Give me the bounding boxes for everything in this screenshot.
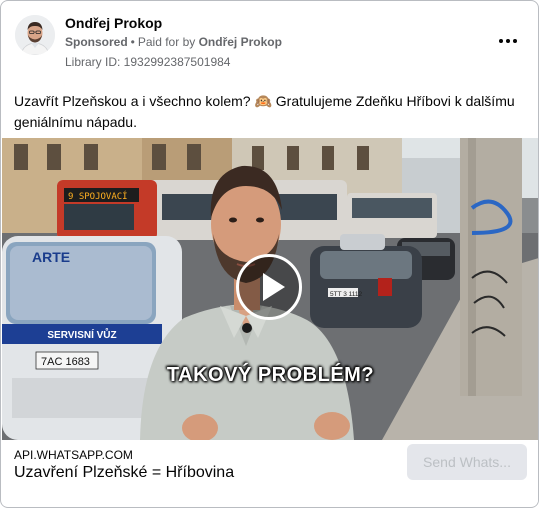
link-preview[interactable]: API.WHATSAPP.COM Uzavření Plzeňské = Hří… bbox=[2, 440, 538, 506]
paid-for-name[interactable]: Ondřej Prokop bbox=[199, 35, 282, 49]
sponsored-post-card: Ondřej Prokop Sponsored • Paid for by Ondř… bbox=[0, 0, 539, 508]
link-domain: API.WHATSAPP.COM bbox=[14, 448, 133, 462]
sponsored-label[interactable]: Sponsored bbox=[65, 35, 128, 49]
video-caption: TAKOVÝ PROBLÉM? bbox=[166, 364, 375, 386]
play-button[interactable] bbox=[236, 254, 302, 320]
more-dot bbox=[506, 39, 510, 43]
sponsored-meta: Sponsored • Paid for by Ondřej Prokop bbox=[65, 35, 282, 49]
play-icon bbox=[263, 273, 285, 301]
van-service-text: SERVISNÍ VŮZ bbox=[47, 327, 116, 341]
more-options-button[interactable] bbox=[494, 29, 522, 53]
more-horizontal-icon bbox=[499, 39, 503, 43]
profile-photo bbox=[15, 15, 55, 55]
video-player[interactable]: 9 SPOJOVACÍ 5TT 3 1112 ARTE SERVISNÍ VŮZ… bbox=[2, 138, 538, 440]
paid-for-prefix: Paid for by bbox=[137, 35, 196, 49]
meta-separator: • bbox=[130, 35, 135, 49]
tram-sign: 9 SPOJOVACÍ bbox=[68, 190, 128, 202]
van-brand: ARTE bbox=[32, 249, 70, 265]
send-whatsapp-button[interactable]: Send Whats... bbox=[407, 444, 527, 480]
avatar[interactable] bbox=[15, 15, 55, 55]
post-text: Uzavřít Plzeňskou a i všechno kolem? 🙉 G… bbox=[14, 93, 515, 130]
page-name[interactable]: Ondřej Prokop bbox=[65, 15, 162, 31]
link-title[interactable]: Uzavření Plzeňské = Hříbovina bbox=[14, 464, 234, 482]
library-id: Library ID: 1932992387501984 bbox=[65, 55, 231, 69]
car-plate: 5TT 3 1112 bbox=[330, 291, 363, 298]
more-dot bbox=[513, 39, 517, 43]
